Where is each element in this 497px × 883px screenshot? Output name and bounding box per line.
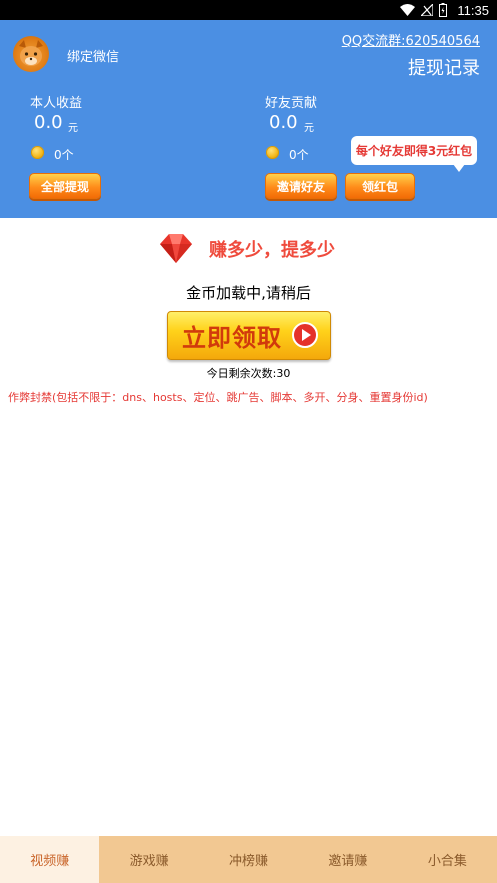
battery-icon bbox=[439, 3, 448, 17]
friend-coin-count: 0个 bbox=[289, 148, 309, 162]
wifi-icon bbox=[400, 4, 416, 16]
loading-text: 金币加载中,请稍后 bbox=[186, 284, 311, 302]
status-time: 11:35 bbox=[457, 2, 489, 18]
bottom-tab-bar: 视频赚 游戏赚 冲榜赚 邀请赚 小合集 bbox=[0, 836, 497, 883]
my-earnings-unit: 元 bbox=[68, 123, 78, 134]
claim-now-button[interactable]: 立即领取 bbox=[167, 311, 331, 360]
friend-contribution-amount: 0.0 bbox=[269, 112, 298, 133]
friend-contribution-label: 好友贡献 bbox=[265, 96, 318, 111]
friend-contribution-unit: 元 bbox=[304, 123, 314, 134]
tab-video-earn[interactable]: 视频赚 bbox=[0, 836, 100, 883]
cheat-warning-text: 作弊封禁(包括不限于：dns、hosts、定位、跳广告、脚本、多开、分身、重置身… bbox=[8, 391, 428, 404]
remaining-count-text: 今日剩余次数:30 bbox=[206, 367, 291, 380]
red-packet-bubble: 每个好友即得3元红包 bbox=[351, 136, 477, 172]
invite-friends-button[interactable]: 邀请好友 bbox=[265, 173, 337, 199]
withdraw-all-button[interactable]: 全部提现 bbox=[29, 173, 101, 199]
tab-mini-collection[interactable]: 小合集 bbox=[398, 836, 497, 883]
claim-red-packet-button[interactable]: 领红包 bbox=[345, 173, 415, 199]
play-icon bbox=[292, 322, 318, 348]
withdraw-record-link[interactable]: 提现记录 bbox=[408, 54, 480, 80]
status-bar: 11:35 bbox=[0, 0, 497, 20]
tab-game-earn[interactable]: 游戏赚 bbox=[99, 836, 198, 883]
avatar[interactable] bbox=[13, 36, 49, 72]
ruby-gem-icon bbox=[160, 234, 192, 263]
no-signal-icon bbox=[421, 4, 434, 16]
claim-now-label: 立即领取 bbox=[182, 324, 282, 352]
earnings-header: 绑定微信 QQ交流群:620540564 提现记录 本人收益 0.0 元 0个 … bbox=[0, 20, 497, 218]
qq-group-link[interactable]: QQ交流群:620540564 bbox=[342, 30, 480, 49]
tab-invite-earn[interactable]: 邀请赚 bbox=[298, 836, 397, 883]
tab-ranking-earn[interactable]: 冲榜赚 bbox=[199, 836, 298, 883]
bind-wechat-link[interactable]: 绑定微信 bbox=[67, 46, 119, 65]
fox-avatar-icon bbox=[19, 40, 43, 66]
coin-icon bbox=[31, 146, 44, 159]
my-earnings-label: 本人收益 bbox=[30, 96, 83, 111]
coin-icon bbox=[266, 146, 279, 159]
my-coin-count: 0个 bbox=[54, 148, 74, 162]
slogan-text: 赚多少，提多少 bbox=[209, 240, 335, 261]
my-earnings-amount: 0.0 bbox=[34, 112, 63, 133]
status-icons: 11:35 bbox=[400, 2, 489, 18]
